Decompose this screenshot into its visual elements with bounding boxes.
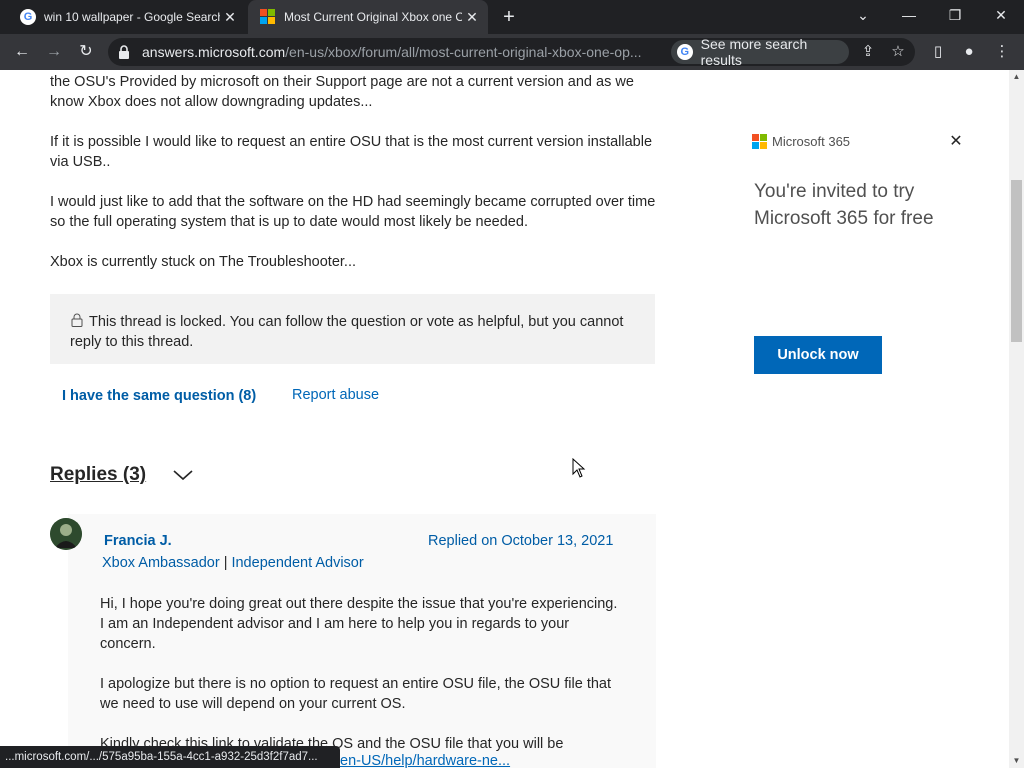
status-url-bubble: ...microsoft.com/.../575a95ba-155a-4cc1-… (0, 746, 340, 768)
reload-icon[interactable]: ↻ (74, 40, 98, 64)
post-paragraph: Xbox is currently stuck on The Troublesh… (50, 254, 357, 270)
window-close-icon[interactable]: ✕ (978, 0, 1024, 34)
forward-arrow-icon[interactable]: → (42, 40, 66, 64)
scroll-up-arrow-icon[interactable]: ▲ (1012, 72, 1021, 81)
close-icon[interactable]: ✕ (220, 9, 240, 26)
search-chip-label: See more search results (700, 36, 808, 68)
replies-heading[interactable]: Replies (3) (50, 464, 146, 486)
thread-locked-notice: This thread is locked. You can follow th… (50, 294, 655, 364)
tab-title: win 10 wallpaper - Google Search (44, 10, 220, 24)
microsoft-icon (752, 134, 767, 149)
url-path: /en-us/xbox/forum/all/most-current-origi… (285, 44, 642, 60)
url-host: answers.microsoft.com (142, 44, 286, 60)
microsoft-365-logo: Microsoft 365 (752, 134, 850, 149)
chevron-down-icon[interactable] (172, 466, 194, 484)
close-icon[interactable]: ✕ (462, 9, 482, 26)
tab-title: Most Current Original Xbox one OSU (284, 10, 462, 24)
scroll-down-arrow-icon[interactable]: ▼ (1012, 756, 1021, 765)
reply-date-link[interactable]: Replied on October 13, 2021 (428, 533, 613, 549)
ad-headline: You're invited to try Microsoft 365 for … (754, 181, 934, 229)
tab-search-chevron-icon[interactable]: ⌄ (840, 0, 886, 34)
scrollbar-thumb[interactable] (1011, 180, 1022, 342)
ad-close-icon[interactable]: ✕ (946, 132, 966, 152)
address-bar[interactable]: answers.microsoft.com/en-us/xbox/forum/a… (108, 36, 915, 68)
new-tab-plus-icon[interactable]: + (498, 6, 520, 28)
role-separator: | (223, 555, 228, 571)
tab-xbox-forum[interactable]: Most Current Original Xbox one OSU ✕ (248, 0, 488, 34)
google-icon: G (677, 44, 693, 60)
partial-help-link[interactable]: en-US/help/hardware-ne... (340, 753, 510, 768)
same-question-button[interactable]: I have the same question (8) (62, 388, 256, 404)
mouse-cursor-icon (572, 458, 586, 478)
vertical-scrollbar[interactable]: ▲ ▼ (1009, 70, 1024, 768)
post-paragraph: the OSU's Provided by microsoft on their… (50, 74, 634, 110)
tab-google-search[interactable]: G win 10 wallpaper - Google Search ✕ (8, 0, 246, 34)
ad-brand: Microsoft 365 (772, 134, 851, 149)
lock-icon[interactable] (118, 45, 130, 59)
share-icon[interactable]: ⇪ (858, 42, 878, 62)
bookmark-star-icon[interactable]: ☆ (888, 42, 908, 62)
reply-paragraph: I apologize but there is no option to re… (100, 676, 612, 712)
url-text[interactable]: answers.microsoft.com/en-us/xbox/forum/a… (142, 44, 662, 60)
post-paragraph: I would just like to add that the softwa… (50, 194, 656, 230)
page-content: the OSU's Provided by microsoft on their… (0, 70, 1009, 768)
unlock-now-button[interactable]: Unlock now (754, 336, 882, 374)
minimize-icon[interactable]: — (886, 0, 932, 34)
post-paragraph: If it is possible I would like to reques… (50, 134, 653, 170)
avatar[interactable] (50, 518, 82, 550)
role-independent-advisor[interactable]: Independent Advisor (231, 555, 363, 571)
microsoft-icon (260, 9, 276, 25)
see-more-search-results-chip[interactable]: G See more search results (671, 36, 849, 68)
reply-author-link[interactable]: Francia J. (104, 533, 172, 549)
side-panel-icon[interactable]: ▯ (928, 42, 948, 62)
locked-notice-text: This thread is locked. You can follow th… (70, 314, 624, 350)
report-abuse-link[interactable]: Report abuse (292, 387, 379, 403)
tab-strip: G win 10 wallpaper - Google Search ✕ Mos… (0, 0, 1024, 34)
browser-window: G win 10 wallpaper - Google Search ✕ Mos… (0, 0, 1024, 768)
google-icon: G (20, 9, 36, 25)
menu-kebab-icon[interactable]: ⋮ (992, 42, 1012, 62)
reply-roles: Xbox Ambassador | Independent Advisor (102, 555, 364, 571)
reply-paragraph: Hi, I hope you're doing great out there … (100, 596, 618, 652)
restore-icon[interactable]: ❐ (932, 0, 978, 34)
back-arrow-icon[interactable]: ← (10, 40, 34, 64)
browser-toolbar: ← → ↻ answers.microsoft.com/en-us/xbox/f… (0, 34, 1024, 70)
profile-icon[interactable]: ● (959, 42, 979, 62)
avatar-image (50, 518, 82, 550)
role-xbox-ambassador[interactable]: Xbox Ambassador (102, 555, 220, 571)
